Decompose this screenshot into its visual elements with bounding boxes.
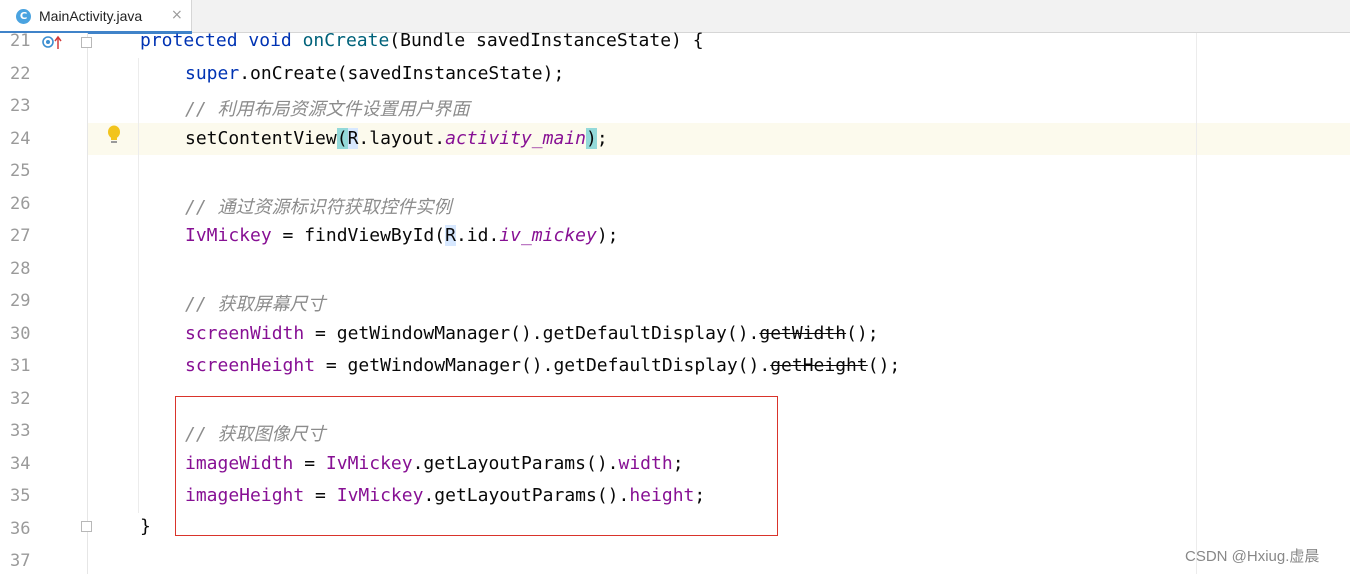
watermark: CSDN @Hxiug.虚晨 [1185, 548, 1320, 565]
editor-tab-bar: C MainActivity.java × [0, 0, 1350, 34]
line-number: 25 [10, 161, 31, 181]
tab-label: MainActivity.java [39, 8, 143, 24]
right-margin-guide [1196, 33, 1197, 574]
line-number: 32 [10, 388, 31, 409]
code-line-24: setContentView(R.layout.activity_main); [185, 128, 608, 149]
line-number: 34 [10, 453, 31, 474]
code-line-22: super.onCreate(savedInstanceState); [185, 63, 565, 84]
line-number: 21 [10, 31, 31, 51]
highlight-box [175, 396, 778, 536]
matched-paren: ( [336, 128, 348, 149]
lightbulb-icon[interactable] [106, 125, 122, 145]
indent-guide [138, 58, 139, 513]
line-number: 26 [10, 193, 31, 214]
close-icon[interactable]: × [171, 7, 183, 23]
code-line-36: } [140, 516, 151, 537]
line-number: 28 [10, 258, 31, 279]
line-number: 24 [10, 128, 31, 149]
tab-main-activity[interactable]: C MainActivity.java × [0, 0, 192, 34]
line-number: 36 [10, 518, 31, 539]
fold-icon-start[interactable] [81, 37, 92, 48]
code-line-23: // 利用布局资源文件设置用户界面 [185, 99, 470, 120]
override-method-icon[interactable] [42, 35, 66, 51]
line-number: 29 [10, 291, 31, 311]
line-number: 22 [10, 63, 31, 84]
code-line-30: screenWidth = getWindowManager().getDefa… [185, 323, 879, 344]
line-number: 27 [10, 226, 31, 246]
matched-paren: ) [586, 128, 597, 149]
line-number: 23 [10, 96, 31, 116]
line-number: 30 [10, 323, 31, 344]
code-line-21: protected void onCreate(Bundle savedInst… [140, 30, 704, 51]
code-line-29: // 获取屏幕尺寸 [185, 294, 326, 315]
code-line-31: screenHeight = getWindowManager().getDef… [185, 355, 901, 376]
code-line-26: // 通过资源标识符获取控件实例 [185, 197, 452, 218]
fold-icon-end[interactable] [81, 521, 92, 532]
java-class-icon: C [16, 9, 31, 24]
line-number: 37 [10, 551, 31, 571]
code-line-27: IvMickey = findViewById(R.id.iv_mickey); [185, 225, 619, 246]
line-number: 33 [10, 421, 31, 441]
line-number: 35 [10, 486, 31, 506]
line-number: 31 [10, 356, 31, 376]
